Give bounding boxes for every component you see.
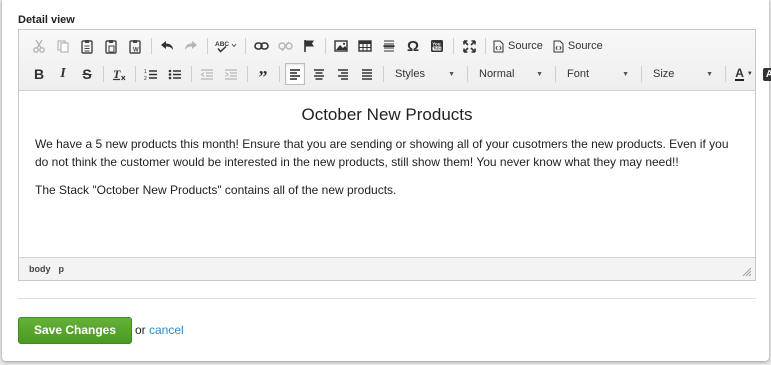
styles-dropdown-value: Styles [395, 68, 425, 80]
table-icon[interactable] [355, 35, 375, 57]
toolbar-separator [245, 38, 246, 54]
toolbar-separator [467, 66, 468, 82]
strikethrough-icon[interactable]: S [77, 63, 97, 85]
background-color-button[interactable]: A ▼ [761, 63, 771, 85]
chevron-down-icon: ▼ [706, 70, 713, 78]
italic-icon[interactable]: I [53, 63, 73, 85]
align-center-icon[interactable] [309, 63, 329, 85]
or-text: or [135, 323, 146, 337]
section-label: Detail view [18, 14, 75, 26]
toolbar-separator [247, 66, 248, 82]
text-color-button[interactable]: A ▼ [731, 63, 757, 85]
toolbar-separator [103, 66, 104, 82]
bold-icon[interactable]: B [29, 63, 49, 85]
paste-from-word-icon[interactable]: W [125, 35, 145, 57]
path-item-body[interactable]: body [29, 264, 51, 274]
toolbar-separator [191, 66, 192, 82]
spellcheck-icon[interactable]: ABC [213, 35, 239, 57]
image-icon[interactable] [331, 35, 351, 57]
save-changes-button[interactable]: Save Changes [18, 317, 132, 344]
size-dropdown-value: Size [653, 68, 675, 80]
svg-text:You: You [432, 41, 440, 46]
divider [18, 298, 756, 299]
chevron-down-icon: ▼ [622, 70, 629, 78]
align-justify-icon[interactable] [357, 63, 377, 85]
cut-icon[interactable] [29, 35, 49, 57]
svg-text:1: 1 [144, 69, 147, 75]
source-button-label: Source [508, 40, 543, 52]
source-icon [553, 40, 564, 52]
chevron-down-icon: ▼ [448, 70, 455, 78]
toolbar-separator [279, 66, 280, 82]
toolbar-row-1: W ABC Ω You Tube Source Source [29, 35, 609, 57]
toolbar-separator [641, 66, 642, 82]
size-dropdown[interactable]: Size ▼ [647, 64, 719, 84]
element-path: body p [29, 264, 64, 274]
toolbar-separator [207, 38, 208, 54]
source-icon [493, 40, 504, 52]
editor-content-area[interactable]: October New Products We have a 5 new pro… [19, 92, 755, 257]
align-right-icon[interactable] [333, 63, 353, 85]
blockquote-icon[interactable]: ” [253, 63, 273, 86]
content-paragraph: The Stack "October New Products" contain… [35, 183, 397, 197]
copy-icon[interactable] [53, 35, 73, 57]
remove-format-icon[interactable]: T [109, 63, 129, 85]
chevron-down-icon: ▼ [536, 70, 543, 78]
text-color-icon: A [735, 66, 744, 81]
rich-text-editor: W ABC Ω You Tube Source Source B I S T 1… [18, 29, 771, 281]
cancel-link[interactable]: cancel [149, 323, 184, 337]
toolbar-separator [151, 38, 152, 54]
styles-dropdown[interactable]: Styles ▼ [389, 64, 461, 84]
maximize-icon[interactable] [459, 35, 479, 57]
editor-toolbar: W ABC Ω You Tube Source Source B I S T 1… [19, 30, 771, 91]
toolbar-separator [453, 38, 454, 54]
toolbar-row-2: B I S T 12 ” Styles ▼ Normal ▼ Font ▼ Si… [29, 63, 771, 86]
content-heading: October New Products [301, 105, 473, 124]
link-icon[interactable] [251, 35, 271, 57]
svg-text:W: W [133, 47, 139, 53]
svg-text:2: 2 [144, 76, 147, 81]
chevron-down-icon: ▼ [746, 71, 753, 77]
edit-panel: Detail view W ABC Ω You Tube Source Sour… [2, 0, 771, 361]
toolbar-separator [325, 38, 326, 54]
content-paragraph: We have a 5 new products this month! Ens… [35, 137, 729, 169]
increase-indent-icon[interactable] [221, 63, 241, 85]
format-dropdown-value: Normal [479, 68, 515, 80]
decrease-indent-icon[interactable] [197, 63, 217, 85]
svg-text:Tube: Tube [433, 47, 441, 51]
svg-text:ABC: ABC [215, 41, 229, 48]
redo-icon[interactable] [181, 35, 201, 57]
unlink-icon[interactable] [275, 35, 295, 57]
toolbar-separator [485, 38, 486, 54]
bulleted-list-icon[interactable] [165, 63, 185, 85]
source-button-label: Source [567, 40, 603, 52]
youtube-icon[interactable]: You Tube [427, 35, 447, 57]
paste-icon[interactable] [77, 35, 97, 57]
toolbar-separator [725, 66, 726, 82]
background-color-icon: A [763, 67, 771, 81]
resize-handle-icon[interactable] [743, 268, 751, 276]
special-character-icon[interactable]: Ω [403, 35, 423, 57]
horizontal-line-icon[interactable] [379, 35, 399, 57]
font-dropdown[interactable]: Font ▼ [561, 64, 635, 84]
editor-status-bar: body p [19, 257, 755, 280]
font-dropdown-value: Font [567, 68, 590, 80]
toolbar-separator [383, 66, 384, 82]
toolbar-separator [135, 66, 136, 82]
paste-text-icon[interactable] [101, 35, 121, 57]
align-left-icon[interactable] [285, 63, 305, 85]
undo-icon[interactable] [157, 35, 177, 57]
source-button[interactable]: Source [491, 35, 547, 57]
path-item-p[interactable]: p [59, 264, 65, 274]
toolbar-separator [555, 66, 556, 82]
format-dropdown[interactable]: Normal ▼ [473, 64, 549, 84]
source-button-secondary[interactable]: Source [551, 35, 605, 57]
numbered-list-icon[interactable]: 12 [141, 63, 161, 85]
anchor-flag-icon[interactable] [299, 35, 319, 57]
